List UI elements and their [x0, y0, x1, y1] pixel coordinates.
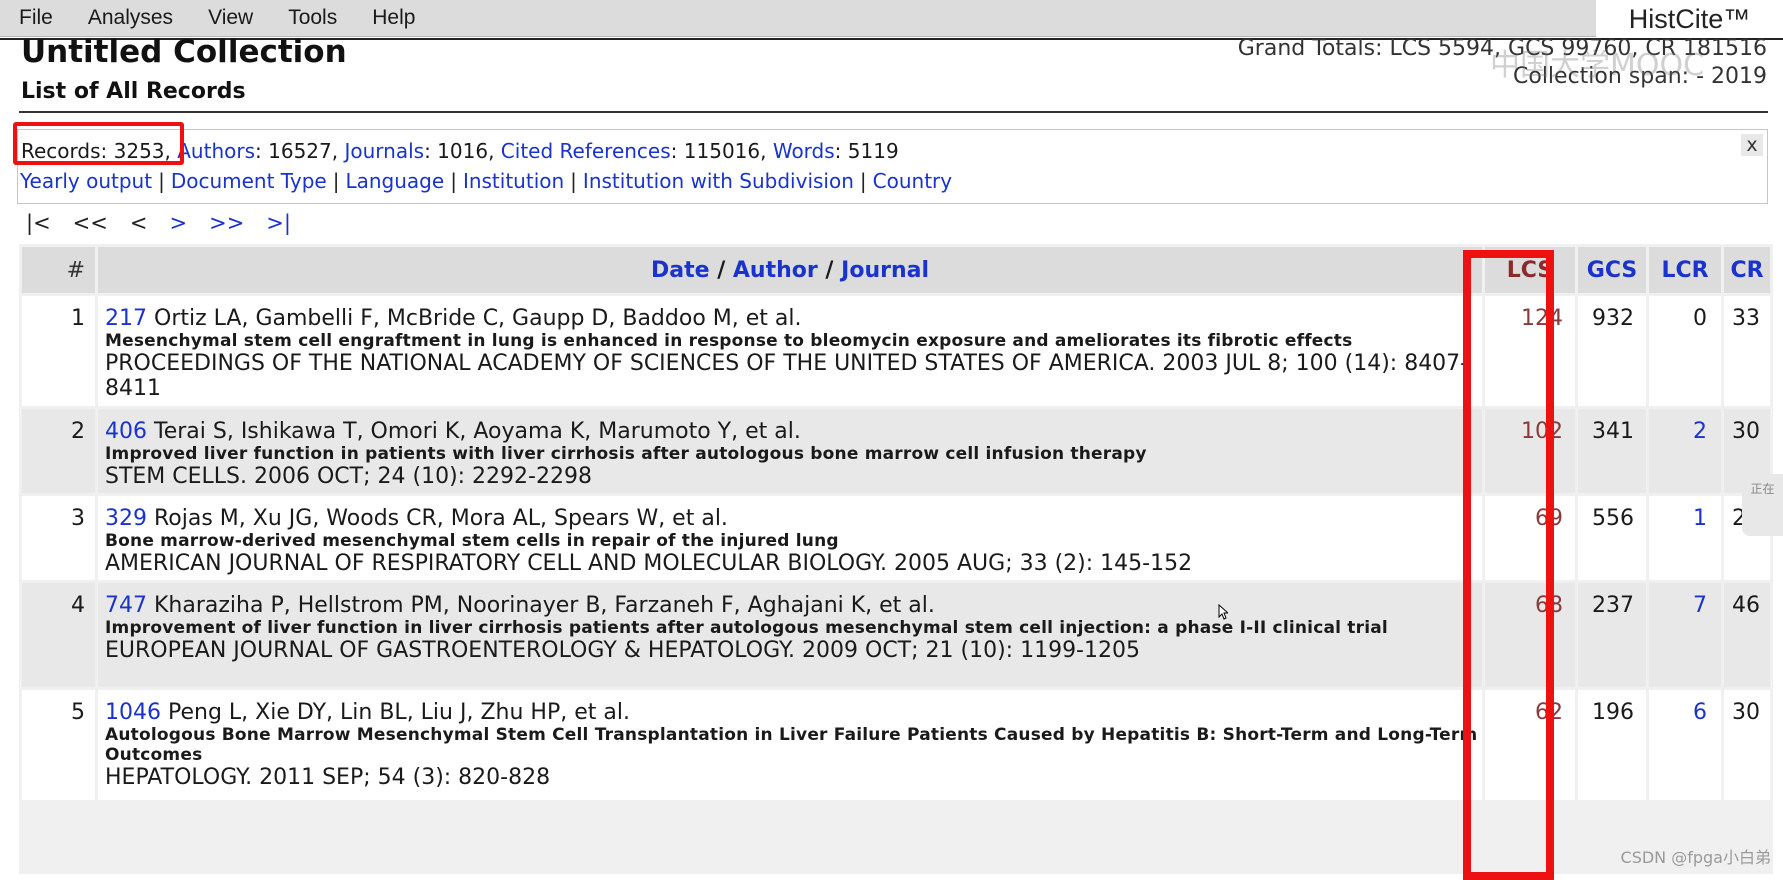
document-type-link[interactable]: Document Type: [171, 169, 327, 193]
cr-value: 33: [1724, 296, 1770, 406]
collection-title: Untitled Collection: [21, 34, 347, 70]
analysis-links: Yearly output | Document Type | Language | Ins…: [20, 169, 953, 193]
record-id-link[interactable]: 329: [105, 506, 147, 531]
side-floating-badge[interactable]: 正在: [1742, 474, 1783, 536]
record-authors: Terai S, Ishikawa T, Omori K, Aoyama K, …: [154, 419, 801, 444]
cr-value: 46: [1724, 583, 1770, 687]
language-link[interactable]: Language: [345, 169, 444, 193]
app-title: HistCite™: [1596, 0, 1783, 38]
record-title: Improvement of liver function in liver c…: [105, 618, 1388, 638]
record-authors: Ortiz LA, Gambelli F, McBride C, Gaupp D…: [154, 306, 802, 331]
last-page-button[interactable]: >|: [266, 211, 291, 235]
record-title: Improved liver function in patients with…: [105, 444, 1147, 464]
next-page-button[interactable]: >: [169, 211, 187, 235]
row-number: 1: [22, 296, 95, 406]
lcs-column-highlight: [1463, 250, 1554, 880]
record-id-link[interactable]: 1046: [105, 700, 161, 725]
authors-link[interactable]: Authors: [177, 139, 255, 163]
sort-date-link[interactable]: Date: [651, 258, 710, 283]
gcs-value: 237: [1578, 583, 1646, 687]
gcs-value: 556: [1578, 496, 1646, 580]
header-divider: [19, 111, 1768, 113]
records-highlight: [13, 122, 184, 165]
record-title: Autologous Bone Marrow Mesenchymal Stem …: [105, 725, 1478, 765]
col-header-record: Date / Author / Journal: [98, 247, 1482, 293]
gcs-value: 341: [1578, 409, 1646, 493]
menu-file[interactable]: File: [0, 6, 69, 30]
summary-panel: Records: 3253, Authors: 16527, Journals:…: [17, 129, 1768, 204]
words-link[interactable]: Words: [773, 139, 835, 163]
record-authors: Rojas M, Xu JG, Woods CR, Mora AL, Spear…: [154, 506, 728, 531]
close-icon[interactable]: x: [1741, 134, 1763, 156]
col-header-lcr[interactable]: LCR: [1649, 247, 1721, 293]
prev-ten-button[interactable]: <<: [73, 211, 108, 235]
row-number: 2: [22, 409, 95, 493]
next-ten-button[interactable]: >>: [209, 211, 244, 235]
record-authors: Peng L, Xie DY, Lin BL, Liu J, Zhu HP, e…: [168, 700, 630, 725]
lcr-link[interactable]: 6: [1693, 700, 1707, 725]
lcr-value: 0: [1649, 296, 1721, 406]
record-journal: AMERICAN JOURNAL OF RESPIRATORY CELL AND…: [105, 551, 1193, 576]
yearly-output-link[interactable]: Yearly output: [20, 169, 152, 193]
mouse-cursor-icon: [1218, 604, 1228, 620]
col-header-gcs[interactable]: GCS: [1578, 247, 1646, 293]
journals-count: 1016: [437, 139, 489, 163]
menu-help[interactable]: Help: [353, 6, 431, 30]
record-journal: EUROPEAN JOURNAL OF GASTROENTEROLOGY & H…: [105, 638, 1140, 663]
first-page-button[interactable]: |<: [26, 211, 51, 235]
country-link[interactable]: Country: [873, 169, 952, 193]
cited-references-count: 115016: [683, 139, 761, 163]
row-number: 3: [22, 496, 95, 580]
col-header-cr[interactable]: CR: [1724, 247, 1770, 293]
record-cell: 329 Rojas M, Xu JG, Woods CR, Mora AL, S…: [98, 496, 1482, 580]
csdn-watermark: CSDN @fpga小白弟: [1620, 848, 1771, 867]
record-title: Bone marrow-derived mesenchymal stem cel…: [105, 531, 839, 551]
record-id-link[interactable]: 747: [105, 593, 147, 618]
institution-subdivision-link[interactable]: Institution with Subdivision: [583, 169, 854, 193]
watermark: 中国大学MOOC: [1490, 48, 1705, 83]
lcr-link[interactable]: 2: [1693, 419, 1707, 444]
row-number: 4: [22, 583, 95, 687]
record-cell: 406 Terai S, Ishikawa T, Omori K, Aoyama…: [98, 409, 1482, 493]
sort-author-link[interactable]: Author: [733, 258, 818, 283]
record-id-link[interactable]: 406: [105, 419, 147, 444]
authors-count: 16527: [268, 139, 332, 163]
lcr-link[interactable]: 7: [1693, 593, 1707, 618]
gcs-value: 932: [1578, 296, 1646, 406]
lcr-link[interactable]: 1: [1693, 506, 1707, 531]
record-journal: PROCEEDINGS OF THE NATIONAL ACADEMY OF S…: [105, 351, 1469, 401]
record-cell: 1046 Peng L, Xie DY, Lin BL, Liu J, Zhu …: [98, 690, 1482, 800]
record-cell: 747 Kharaziha P, Hellstrom PM, Noorinaye…: [98, 583, 1482, 687]
journals-link[interactable]: Journals: [344, 139, 424, 163]
record-title: Mesenchymal stem cell engraftment in lun…: [105, 331, 1353, 351]
menu-bar: File Analyses View Tools Help: [0, 0, 1596, 37]
menu-view[interactable]: View: [189, 6, 269, 30]
row-number: 5: [22, 690, 95, 800]
institution-link[interactable]: Institution: [463, 169, 564, 193]
cr-value: 30: [1724, 690, 1770, 800]
record-cell: 217 Ortiz LA, Gambelli F, McBride C, Gau…: [98, 296, 1482, 406]
col-header-num: #: [22, 247, 95, 293]
sort-journal-link[interactable]: Journal: [841, 258, 929, 283]
menu-analyses[interactable]: Analyses: [69, 6, 189, 30]
record-authors: Kharaziha P, Hellstrom PM, Noorinayer B,…: [154, 593, 935, 618]
record-id-link[interactable]: 217: [105, 306, 147, 331]
cited-references-link[interactable]: Cited References: [501, 139, 671, 163]
words-count: 5119: [847, 139, 899, 163]
menu-tools[interactable]: Tools: [269, 6, 353, 30]
page-subtitle: List of All Records: [21, 79, 246, 104]
record-journal: STEM CELLS. 2006 OCT; 24 (10): 2292-2298: [105, 464, 592, 489]
gcs-value: 196: [1578, 690, 1646, 800]
record-journal: HEPATOLOGY. 2011 SEP; 54 (3): 820-828: [105, 765, 551, 790]
pager: |< << < > >> >|: [26, 211, 313, 235]
prev-page-button[interactable]: <: [130, 211, 148, 235]
